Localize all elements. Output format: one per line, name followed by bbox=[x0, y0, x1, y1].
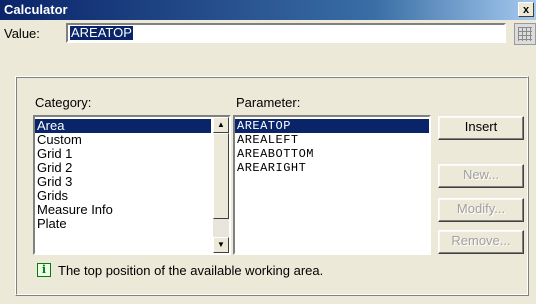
title-bar: Calculator x bbox=[0, 0, 536, 20]
category-label: Category: bbox=[35, 95, 92, 110]
remove-button[interactable]: Remove... bbox=[438, 230, 524, 254]
parameter-listbox[interactable]: AREATOP AREALEFT AREABOTTOM AREARIGHT bbox=[233, 115, 431, 255]
keypad-icon bbox=[518, 27, 532, 41]
window-title: Calculator bbox=[4, 2, 68, 17]
list-item[interactable]: Measure Info bbox=[35, 203, 211, 217]
list-item[interactable]: AREARIGHT bbox=[235, 161, 429, 175]
list-item[interactable]: AREALEFT bbox=[235, 133, 429, 147]
value-text: AREATOP bbox=[70, 25, 133, 40]
insert-button[interactable]: Insert bbox=[438, 116, 524, 140]
keypad-button[interactable] bbox=[514, 23, 536, 45]
close-button[interactable]: x bbox=[518, 2, 534, 17]
category-scrollbar[interactable]: ▲ ▼ bbox=[213, 117, 229, 253]
info-icon: i bbox=[37, 263, 51, 277]
value-input[interactable]: AREATOP bbox=[66, 23, 506, 43]
parameter-label: Parameter: bbox=[236, 95, 301, 110]
scroll-thumb[interactable] bbox=[213, 133, 229, 219]
list-item[interactable]: Area bbox=[35, 119, 211, 133]
value-label: Value: bbox=[4, 26, 40, 41]
info-text: The top position of the available workin… bbox=[58, 263, 324, 278]
list-item[interactable]: Custom bbox=[35, 133, 211, 147]
list-item[interactable]: Grid 2 bbox=[35, 161, 211, 175]
close-icon: x bbox=[522, 4, 530, 16]
scroll-down-button[interactable]: ▼ bbox=[213, 237, 229, 253]
modify-button[interactable]: Modify... bbox=[438, 198, 524, 222]
list-item[interactable]: Grid 3 bbox=[35, 175, 211, 189]
list-item[interactable]: Grids bbox=[35, 189, 211, 203]
list-item[interactable]: Plate bbox=[35, 217, 211, 231]
list-item[interactable]: AREABOTTOM bbox=[235, 147, 429, 161]
scroll-up-button[interactable]: ▲ bbox=[213, 117, 229, 133]
new-button[interactable]: New... bbox=[438, 164, 524, 188]
category-listbox[interactable]: Area Custom Grid 1 Grid 2 Grid 3 Grids M… bbox=[33, 115, 231, 255]
list-item[interactable]: AREATOP bbox=[235, 119, 429, 133]
list-item[interactable]: Grid 1 bbox=[35, 147, 211, 161]
